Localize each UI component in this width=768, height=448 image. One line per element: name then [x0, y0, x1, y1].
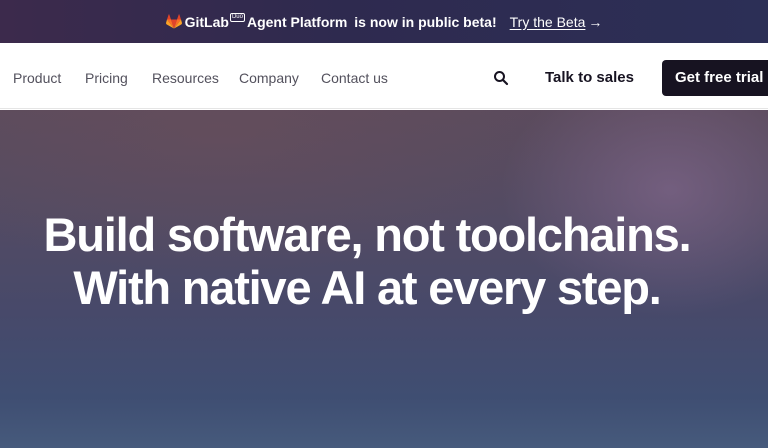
announcement-content: GitLab Duo Agent Platform is now in publ…	[165, 13, 603, 30]
get-free-trial-label: Get free trial	[675, 69, 764, 86]
arrow-right-icon: →	[588, 13, 603, 30]
gitlab-tanuki-icon	[165, 14, 182, 29]
nav-item-product[interactable]: Product	[13, 70, 61, 86]
announcement-banner: GitLab Duo Agent Platform is now in publ…	[0, 0, 768, 43]
nav-item-company[interactable]: Company	[239, 70, 299, 86]
banner-product-name: Agent Platform	[246, 13, 348, 30]
talk-to-sales-link[interactable]: Talk to sales	[545, 69, 634, 86]
try-beta-link[interactable]: Try the Beta	[510, 14, 586, 30]
get-free-trial-button[interactable]: Get free trial	[662, 60, 768, 96]
banner-message: is now in public beta!	[354, 13, 497, 30]
hero-headline-line-1: Build software, not toolchains.	[43, 208, 692, 261]
hero-section: Build software, not toolchains. With nat…	[0, 110, 768, 448]
search-icon[interactable]	[493, 70, 509, 86]
hero-headline-line-2: With native AI at every step.	[73, 261, 661, 314]
try-beta-link-label: Try the Beta	[509, 13, 586, 30]
nav-item-contact-us[interactable]: Contact us	[321, 70, 388, 86]
duo-badge: Duo	[229, 13, 245, 22]
nav-item-resources[interactable]: Resources	[152, 70, 219, 86]
nav-item-pricing[interactable]: Pricing	[85, 70, 128, 86]
hero-headline: Build software, not toolchains. With nat…	[0, 208, 734, 314]
main-nav: Product Pricing Resources Company Contac…	[0, 43, 768, 109]
banner-brand: GitLab	[184, 13, 229, 30]
